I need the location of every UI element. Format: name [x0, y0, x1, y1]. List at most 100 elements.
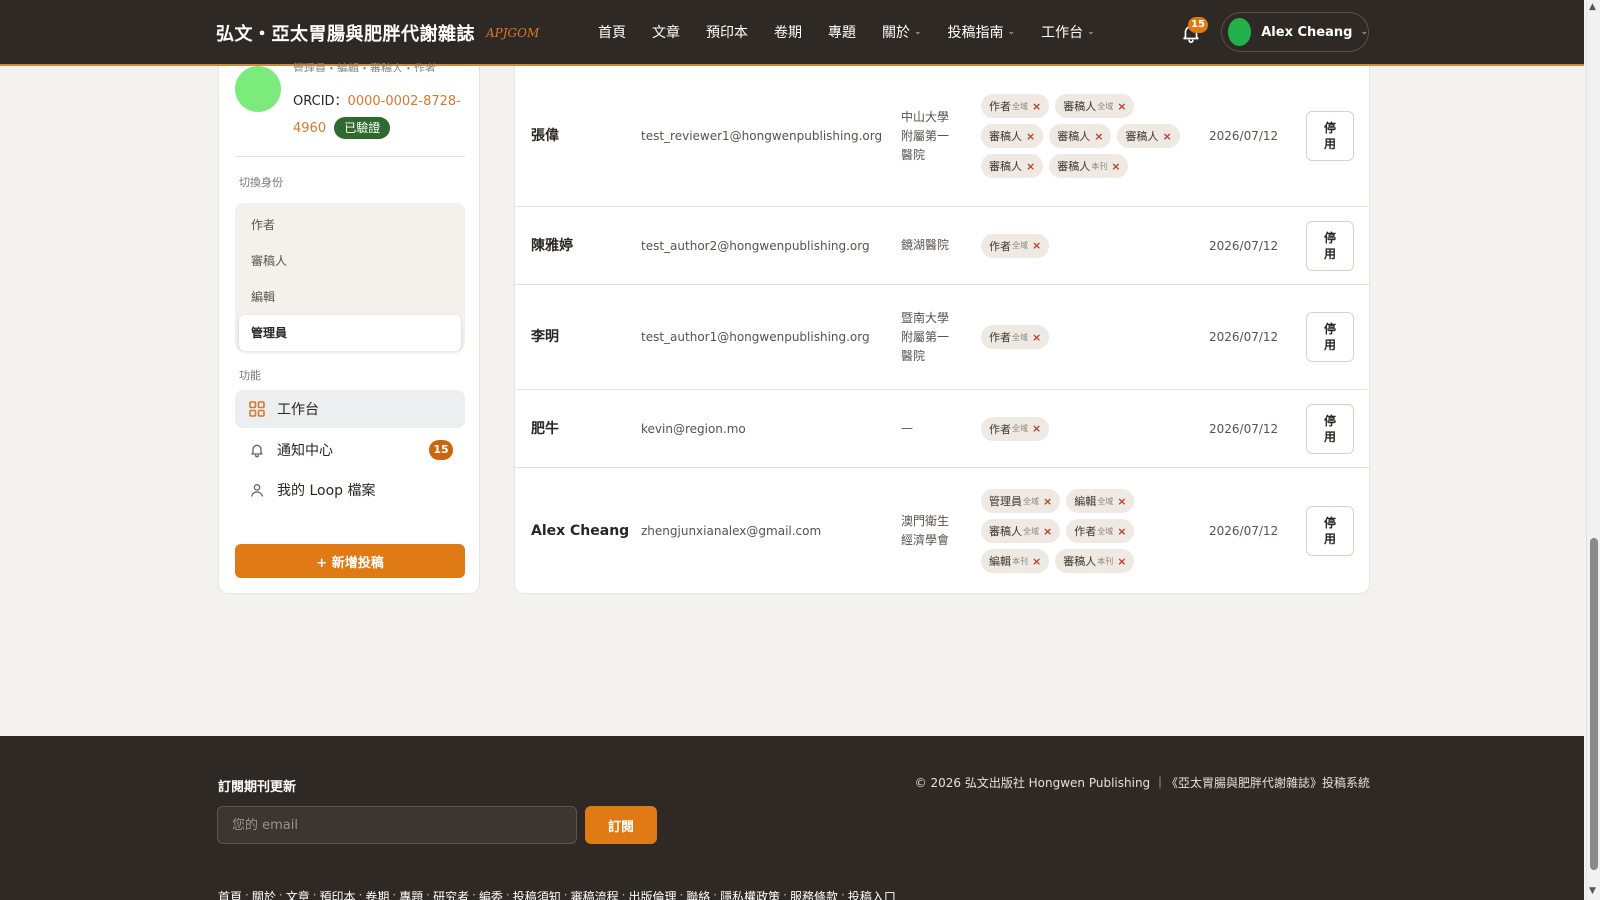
bell-icon [247, 440, 267, 460]
page-scrollbar[interactable]: ▲ ▼ [1586, 0, 1600, 900]
nav-item-label: 文章 [652, 25, 680, 41]
nav-item[interactable]: 工作台 ⌄ [1041, 22, 1095, 42]
role-tag: 管理員 全域 × [981, 489, 1061, 513]
role-tag: 作者 全域 × [1066, 519, 1135, 543]
footer-link[interactable]: 關於 [252, 888, 276, 900]
remove-role-icon[interactable]: × [1162, 130, 1171, 143]
footer-link[interactable]: 編委 [479, 888, 503, 900]
sidebar-item-loop-profile[interactable]: 我的 Loop 檔案 [235, 471, 465, 509]
role-option[interactable]: 管理員 [239, 315, 461, 351]
sidebar-item-label: 我的 Loop 檔案 [277, 483, 376, 499]
nav-item[interactable]: 文章 [652, 22, 680, 42]
role-tag: 審稿人 全域 × [981, 519, 1061, 543]
remove-role-icon[interactable]: × [1043, 495, 1052, 508]
footer-link[interactable]: 研究者 [433, 888, 469, 900]
site-brand[interactable]: 弘文・亞太胃腸與肥胖代謝雜誌 [216, 20, 475, 46]
remove-role-icon[interactable]: × [1032, 422, 1041, 435]
remove-role-icon[interactable]: × [1032, 239, 1041, 252]
disable-user-button[interactable]: 停用 [1306, 220, 1354, 271]
role-tag-label: 審稿人 [1057, 130, 1091, 143]
subscribe-email-input[interactable] [217, 806, 577, 844]
footer-links: 首頁 · 關於 · 文章 · 預印本 · 卷期 · 專題 · 研究者 · 編委 · 投稿須知 · 審稿流程 · 出版倫理… [218, 888, 896, 900]
role-tag-label: 審稿人 [1063, 100, 1097, 113]
footer-link[interactable]: 文章 [286, 888, 310, 900]
scroll-up-icon[interactable]: ▲ [1589, 2, 1596, 12]
sidebar-item-notifications[interactable]: 通知中心 15 [235, 431, 465, 469]
nav-item-label: 投稿指南 [947, 25, 1004, 41]
role-tag-label: 作者 [989, 239, 1011, 253]
footer-link[interactable]: 首頁 [218, 888, 242, 900]
footer-link-separator: · [245, 888, 249, 900]
remove-role-icon[interactable]: × [1026, 130, 1035, 143]
nav-item[interactable]: 卷期 [774, 22, 802, 42]
user-email-cell: test_author1@hongwenpublishing.org [641, 330, 870, 344]
nav-item[interactable]: 投稿指南 ⌄ [948, 22, 1016, 42]
role-tag-scope: 全域 [1097, 496, 1114, 506]
nav-item[interactable]: 關於 ⌄ [882, 22, 922, 42]
remove-role-icon[interactable]: × [1111, 160, 1120, 173]
nav-item[interactable]: 專題 [828, 22, 856, 42]
role-option[interactable]: 審稿人 [239, 243, 461, 279]
footer-link[interactable]: 聯絡 [686, 888, 710, 900]
footer-link-separator: · [783, 888, 787, 900]
nav-item[interactable]: 首頁 [598, 22, 626, 42]
role-option[interactable]: 作者 [239, 207, 461, 243]
sidebar-item-workbench[interactable]: 工作台 [235, 390, 465, 428]
chevron-down-icon: ⌄ [1360, 27, 1368, 37]
scroll-down-icon[interactable]: ▼ [1589, 886, 1596, 896]
remove-role-icon[interactable]: × [1117, 495, 1126, 508]
footer-link-separator: · [840, 888, 845, 900]
copyright-text: © 2026 弘文出版社 Hongwen Publishing ｜《亞太胃腸與肥… [914, 776, 1370, 790]
role-tag-scope: 全域 [1012, 424, 1028, 433]
nav-item[interactable]: 預印本 [706, 22, 748, 42]
footer-link-separator: · [621, 888, 626, 900]
disable-user-button[interactable]: 停用 [1306, 312, 1354, 362]
footer-link[interactable]: 隱私權政策 [720, 888, 780, 900]
disable-user-button[interactable]: 停用 [1306, 111, 1354, 161]
disable-user-button[interactable]: 停用 [1306, 506, 1354, 556]
role-tag-label: 作者 [989, 100, 1011, 113]
remove-role-icon[interactable]: × [1032, 100, 1041, 113]
disable-user-button[interactable]: 停用 [1306, 403, 1354, 454]
profile-avatar [235, 66, 281, 112]
remove-role-icon[interactable]: × [1032, 555, 1041, 568]
role-tag-scope: 全域 [1097, 526, 1114, 536]
nav-item-label: 預印本 [706, 25, 748, 41]
remove-role-icon[interactable]: × [1026, 160, 1035, 173]
action-cell: 停用 [1306, 207, 1356, 284]
role-tag: 作者 全域 × [981, 325, 1050, 349]
footer-link-separator: · [358, 888, 363, 900]
user-email-cell: zhengjunxianalex@gmail.com [641, 524, 822, 538]
new-submission-button[interactable]: + 新增投稿 [235, 544, 465, 578]
remove-role-icon[interactable]: × [1117, 525, 1126, 538]
footer-link[interactable]: 專題 [399, 888, 423, 900]
footer-link[interactable]: 預印本 [320, 888, 356, 900]
remove-role-icon[interactable]: × [1032, 331, 1041, 344]
footer-link[interactable]: 出版倫理 [628, 888, 676, 900]
role-tag: 審稿人 本刊 × [1055, 549, 1135, 573]
remove-role-icon[interactable]: × [1117, 100, 1126, 113]
user-institution-cell: — [901, 421, 913, 435]
user-name-cell: 陳雅婷 [531, 237, 573, 254]
table-row: 張偉 test_reviewer1@hongwenpublishing.org 中山… [515, 66, 1369, 207]
footer-link[interactable]: 投稿須知 [513, 888, 561, 900]
role-tag: 作者 全域 × [981, 416, 1050, 441]
user-menu-button[interactable]: Alex Cheang ⌄ [1221, 12, 1369, 52]
scrollbar-thumb[interactable] [1590, 538, 1598, 870]
remove-role-icon[interactable]: × [1117, 555, 1126, 568]
footer-link[interactable]: 卷期 [365, 888, 389, 900]
role-option[interactable]: 編輯 [239, 279, 461, 315]
footer-link[interactable]: 服務條款 [790, 888, 838, 900]
user-email-cell: kevin@region.mo [641, 421, 746, 436]
footer-link[interactable]: 投稿入口 [848, 888, 896, 900]
chevron-down-icon: ⌄ [1007, 27, 1016, 37]
footer-link[interactable]: 審稿流程 [571, 888, 619, 900]
subscribe-button[interactable]: 訂閱 [585, 806, 657, 844]
verified-badge: 已驗證 [334, 117, 391, 139]
table-row: Alex Cheang zhengjunxianalex@gmail.com 澳門衛… [515, 468, 1369, 593]
remove-role-icon[interactable]: × [1094, 130, 1103, 143]
sidebar-divider [235, 156, 465, 157]
user-institution-cell: 中山大學附屬第一醫院 [901, 109, 950, 162]
remove-role-icon[interactable]: × [1043, 525, 1052, 538]
user-date-cell: 2026/07/12 [1209, 129, 1279, 143]
